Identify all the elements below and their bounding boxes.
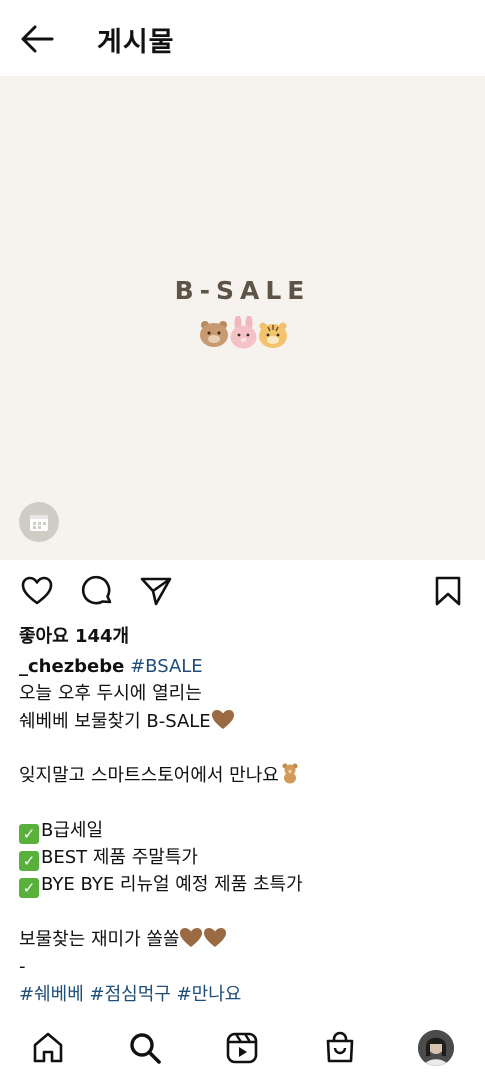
search-icon: [130, 1033, 161, 1064]
hashtag-link[interactable]: #점심먹구: [90, 984, 171, 1005]
hashtag-link[interactable]: #만나요: [177, 984, 242, 1005]
nav-home[interactable]: [30, 1030, 66, 1066]
like-count[interactable]: 좋아요 144개: [19, 622, 129, 648]
caption-line: 쉐베베 보물찾기 B-SALE: [19, 710, 211, 732]
caption-line: B급세일: [41, 819, 104, 841]
brown-heart-icon: [180, 927, 203, 947]
nav-search[interactable]: [127, 1030, 163, 1066]
arrow-left-icon: [21, 25, 54, 53]
post-caption: _chezbebe #BSALE 오늘 오후 두시에 열리는 쉐베베 보물찾기 …: [19, 653, 469, 1008]
username-link[interactable]: _chezbebe: [19, 656, 124, 677]
calendar-icon: [30, 515, 48, 531]
save-button[interactable]: [431, 574, 465, 608]
calendar-button[interactable]: [19, 502, 59, 542]
caption-line: 오늘 오후 두시에 열리는: [19, 683, 202, 705]
comment-icon: [81, 575, 112, 605]
action-bar: [0, 560, 485, 624]
home-icon: [33, 1032, 63, 1063]
caption-line: -: [19, 956, 26, 978]
post-image[interactable]: B-SALE: [0, 76, 485, 560]
page-title: 게시물: [97, 27, 175, 58]
brown-heart-icon: [211, 709, 234, 729]
back-button[interactable]: [18, 22, 58, 56]
caption-line: BYE BYE 리뉴얼 예정 제품 초특가: [41, 874, 303, 896]
caption-line: BEST 제품 주말특가: [41, 847, 198, 869]
comment-button[interactable]: [80, 574, 114, 608]
hashtag-link[interactable]: #쉐베베: [19, 984, 84, 1005]
caption-line: 보물찾는 재미가 쏠쏠: [19, 928, 180, 950]
top-bar: 게시물: [0, 0, 485, 76]
share-button[interactable]: [139, 574, 173, 608]
hashtag-link[interactable]: #BSALE: [130, 656, 203, 677]
nav-shop[interactable]: [322, 1030, 358, 1066]
nav-reels[interactable]: [224, 1030, 260, 1066]
teddy-bear-icon: [282, 763, 298, 784]
avatar: [418, 1030, 454, 1066]
shop-icon: [326, 1031, 354, 1063]
image-text: B-SALE: [174, 276, 311, 305]
like-button[interactable]: [20, 574, 54, 608]
check-mark-icon: ✓: [19, 878, 39, 899]
caption-line: 잊지말고 스마트스토어에서 만나요: [19, 765, 279, 787]
profile-avatar[interactable]: [418, 1030, 454, 1066]
brown-heart-icon: [204, 927, 227, 947]
bottom-navigation: [0, 1020, 485, 1080]
check-mark-icon: ✓: [19, 851, 39, 872]
reels-icon: [226, 1032, 258, 1064]
animal-faces-icon: [200, 316, 287, 349]
heart-icon: [21, 576, 53, 605]
send-icon: [140, 577, 172, 606]
check-mark-icon: ✓: [19, 823, 39, 844]
bookmark-icon: [435, 576, 461, 606]
